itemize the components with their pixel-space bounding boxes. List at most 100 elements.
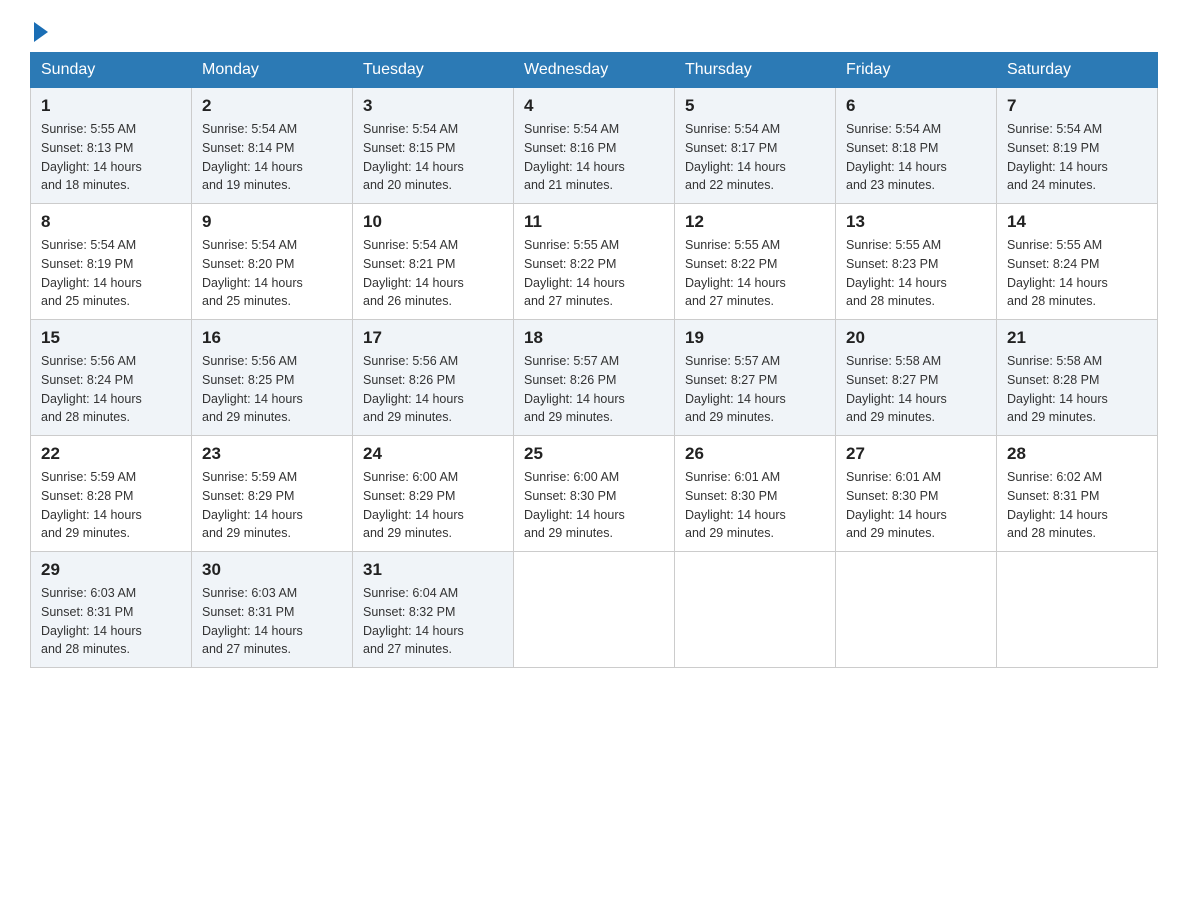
day-info: Sunrise: 5:56 AMSunset: 8:25 PMDaylight:… xyxy=(202,352,342,427)
day-info: Sunrise: 5:59 AMSunset: 8:28 PMDaylight:… xyxy=(41,468,181,543)
day-info: Sunrise: 5:55 AMSunset: 8:23 PMDaylight:… xyxy=(846,236,986,311)
day-number: 31 xyxy=(363,560,503,580)
day-info: Sunrise: 6:01 AMSunset: 8:30 PMDaylight:… xyxy=(846,468,986,543)
day-number: 15 xyxy=(41,328,181,348)
day-number: 26 xyxy=(685,444,825,464)
day-number: 28 xyxy=(1007,444,1147,464)
day-info: Sunrise: 5:54 AMSunset: 8:17 PMDaylight:… xyxy=(685,120,825,195)
day-info: Sunrise: 5:55 AMSunset: 8:22 PMDaylight:… xyxy=(685,236,825,311)
day-number: 21 xyxy=(1007,328,1147,348)
day-info: Sunrise: 5:54 AMSunset: 8:21 PMDaylight:… xyxy=(363,236,503,311)
calendar-cell: 3 Sunrise: 5:54 AMSunset: 8:15 PMDaylight… xyxy=(353,88,514,204)
day-number: 29 xyxy=(41,560,181,580)
day-number: 2 xyxy=(202,96,342,116)
calendar-week-row: 15 Sunrise: 5:56 AMSunset: 8:24 PMDayligh… xyxy=(31,320,1158,436)
day-number: 3 xyxy=(363,96,503,116)
column-header-wednesday: Wednesday xyxy=(514,53,675,88)
calendar-cell: 15 Sunrise: 5:56 AMSunset: 8:24 PMDayligh… xyxy=(31,320,192,436)
day-number: 14 xyxy=(1007,212,1147,232)
calendar-week-row: 29 Sunrise: 6:03 AMSunset: 8:31 PMDayligh… xyxy=(31,552,1158,668)
day-number: 4 xyxy=(524,96,664,116)
calendar-cell: 14 Sunrise: 5:55 AMSunset: 8:24 PMDayligh… xyxy=(997,204,1158,320)
day-info: Sunrise: 5:55 AMSunset: 8:24 PMDaylight:… xyxy=(1007,236,1147,311)
day-number: 7 xyxy=(1007,96,1147,116)
day-info: Sunrise: 5:54 AMSunset: 8:16 PMDaylight:… xyxy=(524,120,664,195)
day-info: Sunrise: 5:56 AMSunset: 8:24 PMDaylight:… xyxy=(41,352,181,427)
calendar-cell: 24Sunrise: 6:00 AMSunset: 8:29 PMDayligh… xyxy=(353,436,514,552)
day-number: 24 xyxy=(363,444,503,464)
day-number: 16 xyxy=(202,328,342,348)
day-info: Sunrise: 5:59 AMSunset: 8:29 PMDaylight:… xyxy=(202,468,342,543)
calendar-cell: 9 Sunrise: 5:54 AMSunset: 8:20 PMDaylight… xyxy=(192,204,353,320)
calendar-cell: 7 Sunrise: 5:54 AMSunset: 8:19 PMDaylight… xyxy=(997,88,1158,204)
day-info: Sunrise: 5:54 AMSunset: 8:19 PMDaylight:… xyxy=(41,236,181,311)
calendar-cell: 12 Sunrise: 5:55 AMSunset: 8:22 PMDayligh… xyxy=(675,204,836,320)
day-info: Sunrise: 6:03 AMSunset: 8:31 PMDaylight:… xyxy=(41,584,181,659)
calendar-cell xyxy=(675,552,836,668)
day-number: 30 xyxy=(202,560,342,580)
calendar-cell: 1 Sunrise: 5:55 AMSunset: 8:13 PMDaylight… xyxy=(31,88,192,204)
column-header-tuesday: Tuesday xyxy=(353,53,514,88)
logo-top xyxy=(30,20,48,42)
day-number: 5 xyxy=(685,96,825,116)
calendar-cell: 26 Sunrise: 6:01 AMSunset: 8:30 PMDayligh… xyxy=(675,436,836,552)
day-info: Sunrise: 5:58 AMSunset: 8:27 PMDaylight:… xyxy=(846,352,986,427)
calendar-cell: 4 Sunrise: 5:54 AMSunset: 8:16 PMDaylight… xyxy=(514,88,675,204)
day-number: 22 xyxy=(41,444,181,464)
calendar-cell: 16 Sunrise: 5:56 AMSunset: 8:25 PMDayligh… xyxy=(192,320,353,436)
day-info: Sunrise: 6:03 AMSunset: 8:31 PMDaylight:… xyxy=(202,584,342,659)
calendar-cell: 20 Sunrise: 5:58 AMSunset: 8:27 PMDayligh… xyxy=(836,320,997,436)
logo-arrow-icon xyxy=(34,22,48,42)
day-number: 9 xyxy=(202,212,342,232)
calendar-cell xyxy=(997,552,1158,668)
calendar-week-row: 1 Sunrise: 5:55 AMSunset: 8:13 PMDaylight… xyxy=(31,88,1158,204)
calendar-cell: 10Sunrise: 5:54 AMSunset: 8:21 PMDayligh… xyxy=(353,204,514,320)
calendar-cell: 8Sunrise: 5:54 AMSunset: 8:19 PMDaylight… xyxy=(31,204,192,320)
day-info: Sunrise: 5:55 AMSunset: 8:13 PMDaylight:… xyxy=(41,120,181,195)
day-number: 12 xyxy=(685,212,825,232)
page-header xyxy=(30,20,1158,42)
calendar-cell: 25Sunrise: 6:00 AMSunset: 8:30 PMDayligh… xyxy=(514,436,675,552)
column-header-monday: Monday xyxy=(192,53,353,88)
calendar-cell: 21 Sunrise: 5:58 AMSunset: 8:28 PMDayligh… xyxy=(997,320,1158,436)
calendar-table: SundayMondayTuesdayWednesdayThursdayFrid… xyxy=(30,52,1158,668)
calendar-cell: 31 Sunrise: 6:04 AMSunset: 8:32 PMDayligh… xyxy=(353,552,514,668)
calendar-cell: 22 Sunrise: 5:59 AMSunset: 8:28 PMDayligh… xyxy=(31,436,192,552)
day-info: Sunrise: 5:56 AMSunset: 8:26 PMDaylight:… xyxy=(363,352,503,427)
calendar-cell: 6 Sunrise: 5:54 AMSunset: 8:18 PMDaylight… xyxy=(836,88,997,204)
day-info: Sunrise: 5:55 AMSunset: 8:22 PMDaylight:… xyxy=(524,236,664,311)
day-info: Sunrise: 5:54 AMSunset: 8:19 PMDaylight:… xyxy=(1007,120,1147,195)
day-number: 20 xyxy=(846,328,986,348)
day-number: 17 xyxy=(363,328,503,348)
calendar-week-row: 22 Sunrise: 5:59 AMSunset: 8:28 PMDayligh… xyxy=(31,436,1158,552)
day-number: 1 xyxy=(41,96,181,116)
day-info: Sunrise: 6:04 AMSunset: 8:32 PMDaylight:… xyxy=(363,584,503,659)
calendar-cell: 5 Sunrise: 5:54 AMSunset: 8:17 PMDaylight… xyxy=(675,88,836,204)
day-number: 27 xyxy=(846,444,986,464)
calendar-header-row: SundayMondayTuesdayWednesdayThursdayFrid… xyxy=(31,53,1158,88)
day-info: Sunrise: 5:57 AMSunset: 8:27 PMDaylight:… xyxy=(685,352,825,427)
calendar-cell: 11 Sunrise: 5:55 AMSunset: 8:22 PMDayligh… xyxy=(514,204,675,320)
day-info: Sunrise: 5:58 AMSunset: 8:28 PMDaylight:… xyxy=(1007,352,1147,427)
column-header-friday: Friday xyxy=(836,53,997,88)
column-header-thursday: Thursday xyxy=(675,53,836,88)
day-info: Sunrise: 5:54 AMSunset: 8:14 PMDaylight:… xyxy=(202,120,342,195)
calendar-cell: 17 Sunrise: 5:56 AMSunset: 8:26 PMDayligh… xyxy=(353,320,514,436)
day-info: Sunrise: 6:02 AMSunset: 8:31 PMDaylight:… xyxy=(1007,468,1147,543)
calendar-cell: 28 Sunrise: 6:02 AMSunset: 8:31 PMDayligh… xyxy=(997,436,1158,552)
calendar-cell: 2 Sunrise: 5:54 AMSunset: 8:14 PMDaylight… xyxy=(192,88,353,204)
calendar-cell xyxy=(836,552,997,668)
day-info: Sunrise: 5:54 AMSunset: 8:15 PMDaylight:… xyxy=(363,120,503,195)
calendar-cell: 29 Sunrise: 6:03 AMSunset: 8:31 PMDayligh… xyxy=(31,552,192,668)
day-number: 11 xyxy=(524,212,664,232)
calendar-cell: 13Sunrise: 5:55 AMSunset: 8:23 PMDayligh… xyxy=(836,204,997,320)
calendar-cell xyxy=(514,552,675,668)
day-info: Sunrise: 5:54 AMSunset: 8:20 PMDaylight:… xyxy=(202,236,342,311)
day-info: Sunrise: 6:01 AMSunset: 8:30 PMDaylight:… xyxy=(685,468,825,543)
day-number: 6 xyxy=(846,96,986,116)
day-number: 19 xyxy=(685,328,825,348)
day-info: Sunrise: 5:54 AMSunset: 8:18 PMDaylight:… xyxy=(846,120,986,195)
calendar-cell: 30 Sunrise: 6:03 AMSunset: 8:31 PMDayligh… xyxy=(192,552,353,668)
column-header-sunday: Sunday xyxy=(31,53,192,88)
day-number: 18 xyxy=(524,328,664,348)
